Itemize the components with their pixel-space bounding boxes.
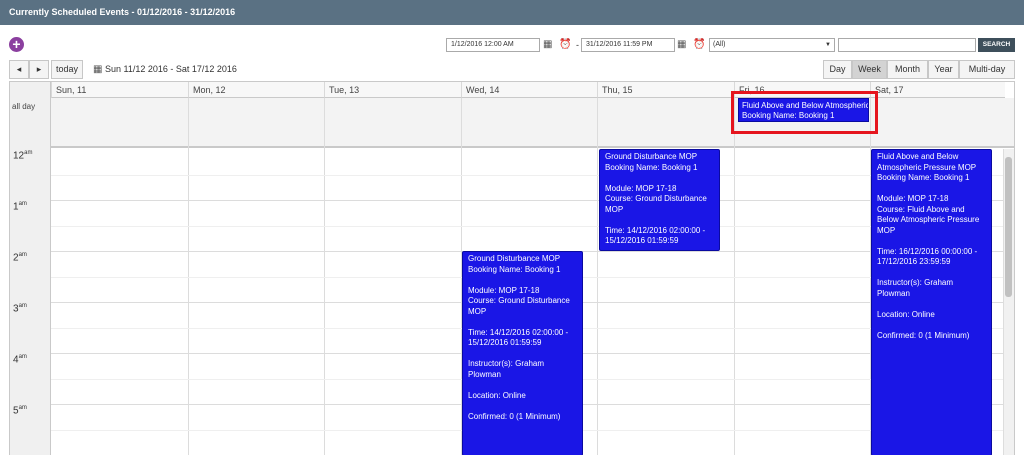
alarm-clock-icon[interactable]: ⏰ [559, 39, 571, 50]
event-booking: Booking Name: Booking 1 [468, 264, 561, 274]
date-range-label: ▦ Sun 11/12 2016 - Sat 17/12 2016 [93, 60, 237, 79]
hour-label: 2am [13, 252, 27, 264]
event-ground-disturbance-wed[interactable]: Ground Disturbance MOP Booking Name: Boo… [462, 251, 583, 455]
range-separator: - [576, 40, 579, 50]
next-week-button[interactable]: ▸ [29, 60, 49, 79]
day-header-sat[interactable]: Sat, 17 [870, 82, 1005, 98]
event-course: Course: Ground Disturbance MOP [468, 296, 570, 316]
search-button[interactable]: SEARCH [978, 38, 1015, 52]
chevron-down-icon: ▼ [825, 42, 831, 48]
event-confirmed: Confirmed: 0 (1 Minimum) [468, 411, 561, 421]
event-module: Module: MOP 17-18 [605, 183, 677, 193]
event-course: Course: Fluid Above and Below Atmospheri… [877, 204, 980, 235]
event-confirmed: Confirmed: 0 (1 Minimum) [877, 330, 970, 340]
all-day-label: all day [12, 102, 36, 111]
event-title: Fluid Above and Below Atmospheric Pressu… [877, 152, 977, 172]
today-button[interactable]: today [51, 60, 83, 79]
category-select-value: (All) [713, 41, 726, 48]
scrollbar-thumb[interactable] [1005, 157, 1012, 297]
event-fluid-pressure-sat[interactable]: Fluid Above and Below Atmospheric Pressu… [871, 149, 992, 455]
event-location: Location: Online [877, 309, 935, 319]
chevron-left-icon: ◂ [16, 64, 22, 74]
day-header-tue[interactable]: Tue, 13 [324, 82, 461, 98]
end-datetime-input[interactable]: 31/12/2016 11:59 PM [581, 38, 675, 52]
event-module: Module: MOP 17-18 [468, 285, 540, 295]
hour-label: 1am [13, 201, 27, 213]
hour-label: 4am [13, 354, 27, 366]
view-day-button[interactable]: Day [823, 60, 852, 79]
calendar-icon: ▦ [93, 64, 103, 75]
event-booking: Booking Name: Booking 1 [605, 162, 698, 172]
event-location: Location: Online [468, 390, 526, 400]
chevron-right-icon: ▸ [36, 64, 42, 74]
event-instructor: Instructor(s): Graham Plowman [468, 359, 545, 379]
day-header-thu[interactable]: Thu, 15 [597, 82, 734, 98]
view-week-button[interactable]: Week [852, 60, 887, 79]
day-header-wed[interactable]: Wed, 14 [461, 82, 598, 98]
window-title: Currently Scheduled Events - 01/12/2016 … [0, 0, 1024, 25]
calendar-icon[interactable]: ▦ [677, 39, 686, 50]
hour-label: 5am [13, 405, 27, 417]
half-hour-line [51, 175, 1005, 176]
hour-label: 3am [13, 303, 27, 315]
event-module: Module: MOP 17-18 [877, 194, 949, 203]
event-instructor: Instructor(s): Graham Plowman [877, 278, 954, 298]
event-time: Time: 14/12/2016 02:00:00 - 15/12/2016 0… [605, 225, 706, 246]
half-hour-line [51, 226, 1005, 227]
search-input[interactable] [838, 38, 976, 52]
date-range-text: Sun 11/12 2016 - Sat 17/12 2016 [104, 64, 237, 74]
event-time: Time: 16/12/2016 00:00:00 - 17/12/2016 2… [877, 246, 978, 267]
start-datetime-input[interactable]: 1/12/2016 12:00 AM [446, 38, 540, 52]
calendar-icon[interactable]: ▦ [543, 39, 552, 50]
view-year-button[interactable]: Year [928, 60, 959, 79]
category-select[interactable]: (All) ▼ [709, 38, 835, 52]
day-header-sun[interactable]: Sun, 11 [51, 82, 188, 98]
day-header-mon[interactable]: Mon, 12 [188, 82, 325, 98]
add-event-button[interactable]: + [9, 37, 24, 52]
time-gutter [10, 82, 51, 455]
plus-icon: + [12, 36, 21, 52]
event-time: Time: 14/12/2016 02:00:00 - 15/12/2016 0… [468, 327, 569, 348]
event-booking: Booking Name: Booking 1 [877, 173, 970, 182]
event-ground-disturbance-thu[interactable]: Ground Disturbance MOP Booking Name: Boo… [599, 149, 720, 251]
event-course: Course: Ground Disturbance MOP [605, 194, 707, 214]
event-title: Ground Disturbance MOP [468, 254, 561, 263]
view-month-button[interactable]: Month [887, 60, 928, 79]
event-title: Ground Disturbance MOP [605, 152, 698, 161]
hour-line [51, 200, 1005, 201]
alarm-clock-icon[interactable]: ⏰ [693, 39, 705, 50]
week-calendar: all day Sun, 11 Mon, 12 Tue, 13 Wed, 14 … [9, 81, 1015, 455]
view-multiday-button[interactable]: Multi-day [959, 60, 1015, 79]
hour-label: 12am [13, 150, 33, 162]
prev-week-button[interactable]: ◂ [9, 60, 29, 79]
highlight-box [731, 91, 878, 134]
